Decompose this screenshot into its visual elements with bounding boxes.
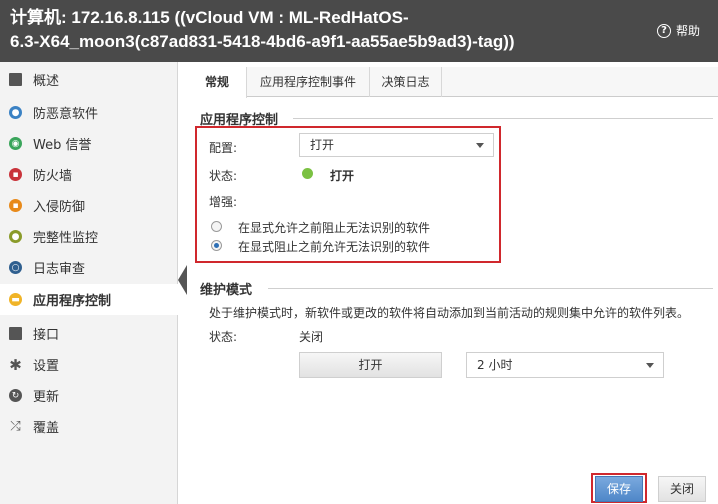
log-inspection-icon: ○ [9, 261, 22, 274]
duration-select[interactable]: 2 小时 [466, 352, 664, 378]
main-panel: 常规 应用程序控制事件 决策日志 应用程序控制 配置: 打开 状态: 打开 增强… [188, 62, 718, 504]
window-header: 计算机: 172.16.8.115 ((vCloud VM : ML-RedHa… [0, 0, 718, 62]
sidebar-item-settings[interactable]: ✱ 设置 [0, 349, 178, 380]
sidebar-item-updates[interactable]: ↻ 更新 [0, 380, 178, 411]
title-label: 计算机: [10, 8, 67, 27]
help-link[interactable]: ? 帮助 [656, 22, 700, 39]
overrides-icon: ⤮ [10, 419, 21, 434]
sidebar-item-label: Web 信誉 [33, 138, 92, 153]
tab-app-control-events[interactable]: 应用程序控制事件 [247, 67, 370, 97]
sidebar-item-application-control[interactable]: ▬ 应用程序控制 [0, 284, 178, 315]
section-divider [293, 118, 713, 119]
sidebar-item-label: 防火墙 [33, 169, 73, 184]
sidebar-item-intrusion-prevention[interactable]: ▪ 入侵防御 [0, 190, 178, 221]
interfaces-icon [9, 327, 22, 340]
sidebar-item-overview[interactable]: 概述 [0, 64, 178, 95]
radio-allow-unrecognized[interactable] [211, 240, 222, 251]
maintenance-description: 处于维护模式时，新软件或更改的软件将自动添加到当前活动的规则集中允许的软件列表。 [209, 306, 690, 320]
sidebar-item-label: 设置 [33, 359, 60, 374]
tab-decision-log[interactable]: 决策日志 [370, 67, 442, 97]
sidebar-item-label: 日志审查 [33, 262, 86, 277]
sidebar-collapse-handle[interactable] [178, 265, 187, 295]
status-label: 状态: [209, 169, 238, 183]
config-select-value: 打开 [310, 138, 335, 152]
status-value: 打开 [330, 169, 355, 183]
sidebar-item-overrides[interactable]: ⤮ 覆盖 [0, 411, 178, 442]
sidebar-item-label: 概述 [33, 74, 60, 89]
maintenance-status-value: 关闭 [299, 330, 324, 344]
radio-block-unrecognized[interactable] [211, 221, 222, 232]
integrity-monitoring-icon: ● [9, 230, 22, 243]
sidebar-item-label: 接口 [33, 328, 60, 343]
section-divider [268, 288, 713, 289]
web-reputation-icon: ◉ [9, 137, 22, 150]
tab-bar: 常规 应用程序控制事件 决策日志 [188, 67, 718, 98]
updates-icon: ↻ [9, 389, 22, 402]
sidebar-item-label: 更新 [33, 390, 60, 405]
duration-select-value: 2 小时 [477, 358, 513, 372]
settings-gear-icon: ✱ [9, 355, 22, 374]
maintenance-on-button[interactable]: 打开 [299, 352, 442, 378]
radio-block-unrecognized-label[interactable]: 在显式允许之前阻止无法识别的软件 [238, 219, 430, 236]
sidebar-item-label: 防恶意软件 [33, 107, 99, 122]
sidebar-item-label: 应用程序控制 [33, 294, 112, 309]
status-on-icon [302, 168, 313, 179]
sidebar-item-interfaces[interactable]: 接口 [0, 318, 178, 349]
close-button[interactable]: 关闭 [658, 476, 706, 502]
sidebar-item-firewall[interactable]: ▪ 防火墙 [0, 159, 178, 190]
maintenance-section-title: 维护模式 [200, 283, 253, 298]
sidebar-item-integrity-monitoring[interactable]: ● 完整性监控 [0, 221, 178, 252]
enhance-label: 增强: [209, 195, 238, 209]
title-line1: 172.16.8.115 ((vCloud VM : ML-RedHatOS- [71, 8, 409, 27]
save-button[interactable]: 保存 [595, 476, 643, 502]
anti-malware-icon: ● [9, 106, 22, 119]
chevron-down-icon [646, 363, 654, 368]
config-label: 配置: [209, 141, 238, 155]
chevron-down-icon [476, 143, 484, 148]
overview-icon [9, 73, 22, 86]
sidebar-item-label: 完整性监控 [33, 231, 99, 246]
maintenance-status-label: 状态: [209, 330, 238, 344]
sidebar-item-web-reputation[interactable]: ◉ Web 信誉 [0, 128, 178, 159]
sidebar-item-anti-malware[interactable]: ● 防恶意软件 [0, 97, 178, 128]
help-label: 帮助 [675, 24, 700, 38]
help-icon: ? [656, 23, 671, 38]
title-line2: 6.3-X64_moon3(c87ad831-5418-4bd6-a9f1-aa… [10, 32, 515, 51]
tab-general[interactable]: 常规 [188, 67, 247, 98]
intrusion-prevention-icon: ▪ [9, 199, 22, 212]
application-control-icon: ▬ [9, 293, 22, 306]
firewall-icon: ▪ [9, 168, 22, 181]
sidebar-item-label: 入侵防御 [33, 200, 86, 215]
page-title: 计算机: 172.16.8.115 ((vCloud VM : ML-RedHa… [10, 6, 610, 54]
sidebar-item-log-inspection[interactable]: ○ 日志审查 [0, 252, 178, 283]
sidebar-item-label: 覆盖 [33, 421, 60, 436]
sidebar-nav: 概述 ● 防恶意软件 ◉ Web 信誉 ▪ 防火墙 ▪ 入侵防御 ● 完整性监控… [0, 62, 178, 504]
radio-allow-unrecognized-label[interactable]: 在显式阻止之前允许无法识别的软件 [238, 238, 430, 255]
config-select[interactable]: 打开 [299, 133, 494, 157]
